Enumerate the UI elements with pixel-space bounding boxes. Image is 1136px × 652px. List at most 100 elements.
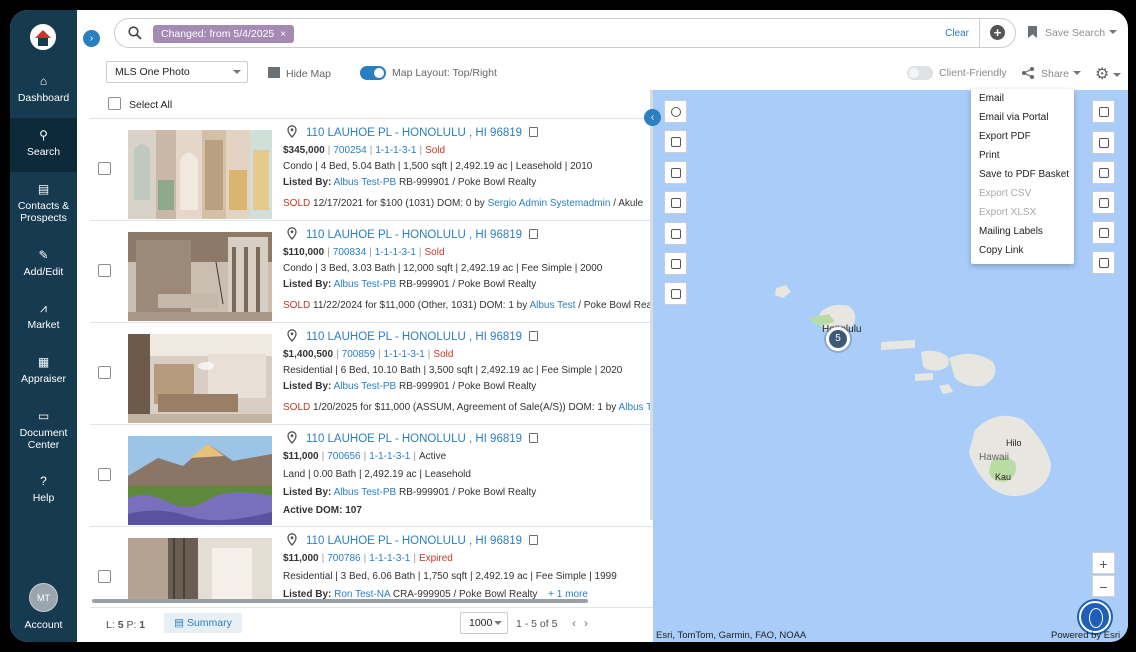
add-filter-button[interactable]: + [979,19,1015,47]
listing-row[interactable]: 110 LAUHOE PL - HONOLULU , HI 96819 $110… [90,220,653,321]
listing-row[interactable]: 110 LAUHOE PL - HONOLULU , HI 96819 $345… [90,118,653,219]
agent-link[interactable]: Albus Test-PB [334,381,397,392]
listing-photo[interactable] [128,232,272,321]
accessibility-icon[interactable] [1079,601,1111,633]
listing-address-link[interactable]: 110 LAUHOE PL - HONOLULU , HI 96819 [287,227,539,241]
copy-icon[interactable] [529,127,539,137]
tmk-link[interactable]: 1-1-1-3-1 [369,451,410,462]
copy-icon[interactable] [529,433,539,443]
horizontal-scrollbar[interactable] [92,599,588,603]
filter-chip[interactable]: Changed: from 5/4/2025 × [153,25,295,43]
tmk-link[interactable]: 1-1-1-3-1 [384,349,425,360]
avatar[interactable]: MT [29,583,58,612]
sidebar-item-appraiser[interactable]: ▦ Appraiser [10,355,77,395]
save-search-button[interactable]: Save Search [1028,26,1118,39]
extent-button[interactable] [1092,191,1115,214]
pin-map-button[interactable] [1092,251,1115,274]
agent-link[interactable]: Albus Test-PB [334,279,397,290]
page-size-select[interactable]: 1000 [460,612,508,634]
layers-tool-button[interactable] [664,191,687,214]
sidebar-item-market[interactable]: ⩘ Market [10,301,77,341]
menu-item-copy-link[interactable]: Copy Link [979,245,1023,256]
sidebar-item-contacts[interactable]: ▤ Contacts & Prospects [10,182,77,227]
listing-photo[interactable] [128,436,272,525]
mls-number-link[interactable]: 700656 [327,451,360,462]
pagination-arrows[interactable]: ‹› [572,616,596,630]
listing-row[interactable]: 110 LAUHOE PL - HONOLULU , HI 96819 $11,… [90,424,653,525]
chevron-left-icon[interactable]: ‹ [572,616,584,630]
qr-code-button[interactable] [1092,100,1115,123]
camera-tool-button[interactable] [664,252,687,275]
search-bar[interactable]: Changed: from 5/4/2025 × Clear + [114,18,1016,48]
listing-address-link[interactable]: 110 LAUHOE PL - HONOLULU , HI 96819 [287,431,539,445]
measure-tool-button[interactable] [664,222,687,245]
agent-link[interactable]: Ron Test-NA [334,589,390,599]
logo[interactable] [30,24,56,50]
share-button[interactable]: Share [1021,67,1082,80]
listing-photo[interactable] [128,538,272,599]
listing-address-link[interactable]: 110 LAUHOE PL - HONOLULU , HI 96819 [287,533,539,547]
layers-button[interactable] [1092,131,1115,154]
listing-row[interactable]: 110 LAUHOE PL - HONOLULU , HI 96819 $1,4… [90,322,653,423]
listing-address-link[interactable]: 110 LAUHOE PL - HONOLULU , HI 96819 [287,329,539,343]
copy-icon[interactable] [529,229,539,239]
sidebar-item-dashboard[interactable]: ⌂ Dashboard [10,74,77,119]
agent-link[interactable]: Albus Test-PB [334,177,397,188]
mls-number-link[interactable]: 700859 [342,349,375,360]
tmk-link[interactable]: 1-1-1-3-1 [375,247,416,258]
map-attribution-esri[interactable]: Powered by Esri [1051,630,1120,641]
locate-tool-button[interactable] [664,100,687,123]
row-checkbox[interactable] [98,162,111,175]
menu-item-print[interactable]: Print [979,150,1000,161]
lock-tool-button[interactable] [664,282,687,305]
select-all[interactable]: Select All [108,97,172,111]
tmk-link[interactable]: 1-1-1-3-1 [375,145,416,156]
menu-item-email[interactable]: Email [979,93,1004,104]
mls-number-link[interactable]: 700254 [333,145,366,156]
map-layout-toggle[interactable] [360,66,386,80]
sidebar-item-add-edit[interactable]: ✎ Add/Edit [10,248,77,288]
row-checkbox[interactable] [98,366,111,379]
fullscreen-button[interactable] [1092,221,1115,244]
chevron-right-icon[interactable]: › [584,616,596,630]
expand-sidebar-button[interactable]: › [83,30,100,47]
sidebar-item-search[interactable]: ⚲ Search [10,118,77,172]
copy-icon[interactable] [529,331,539,341]
draw-tool-button[interactable] [664,161,687,184]
copy-icon[interactable] [529,535,539,545]
hide-map-button[interactable]: Hide Map [268,67,331,80]
menu-item-save-to-pdf-basket[interactable]: Save to PDF Basket [979,169,1069,180]
menu-item-email-via-portal[interactable]: Email via Portal [979,112,1048,123]
print-tool-button[interactable] [664,130,687,153]
map-cluster-marker[interactable]: 5 [826,327,850,351]
tmk-link[interactable]: 1-1-1-3-1 [369,553,410,564]
listing-photo[interactable] [128,130,272,219]
row-checkbox[interactable] [98,570,111,583]
listing-row[interactable]: 110 LAUHOE PL - HONOLULU , HI 96819 $11,… [90,526,653,599]
menu-item-export-pdf[interactable]: Export PDF [979,131,1031,142]
close-icon[interactable]: × [280,29,286,40]
summary-button[interactable]: ▤ Summary [164,613,242,633]
client-friendly-toggle[interactable] [907,66,933,80]
gear-icon[interactable]: ⚙ [1095,64,1122,84]
mls-number-link[interactable]: 700786 [327,553,360,564]
listing-address-link[interactable]: 110 LAUHOE PL - HONOLULU , HI 96819 [287,125,539,139]
row-checkbox[interactable] [98,264,111,277]
clear-button[interactable]: Clear [945,28,969,39]
row-checkbox[interactable] [98,468,111,481]
sidebar-item-document-center[interactable]: ▭ Document Center [10,409,77,454]
more-link[interactable]: + 1 more [548,589,588,599]
zoom-out-button[interactable]: − [1092,575,1115,597]
agent-link[interactable]: Albus Test-PB [334,487,397,498]
buyer-agent-link[interactable]: Sergio Admin Systemadmin [488,198,611,209]
collapse-map-button[interactable]: ‹ [644,109,661,126]
buyer-agent-link[interactable]: Albus Test [529,300,575,311]
sidebar-item-account-label[interactable]: Account [10,619,77,631]
select-all-checkbox[interactable] [108,97,121,110]
legend-button[interactable] [1092,161,1115,184]
view-select[interactable]: MLS One Photo [106,61,248,83]
menu-item-mailing-labels[interactable]: Mailing Labels [979,226,1043,237]
zoom-in-button[interactable]: + [1092,552,1115,574]
buyer-agent-link[interactable]: Albus T [619,402,653,413]
listing-photo[interactable] [128,334,272,423]
